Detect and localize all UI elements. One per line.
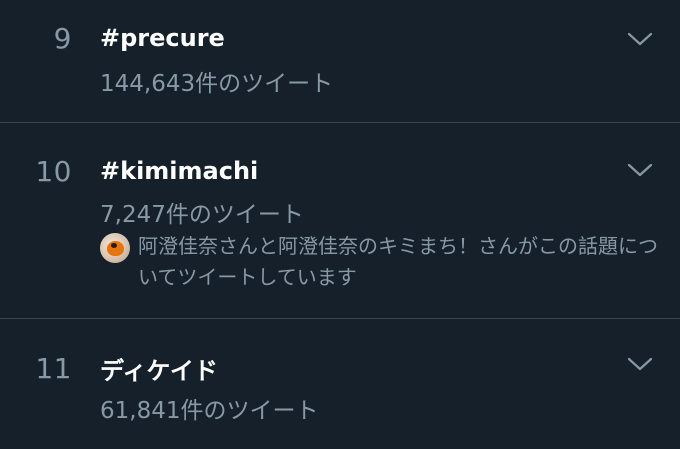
trend-context: 阿澄佳奈さんと阿澄佳奈のキミまち！さんがこの話題についてツイートしています (100, 233, 660, 297)
trend-item-precure[interactable]: 9 #precure 144,643件のツイート (0, 0, 680, 122)
chevron-down-icon[interactable] (626, 161, 654, 179)
chevron-down-icon[interactable] (626, 30, 654, 48)
trend-name[interactable]: ディケイド (100, 351, 218, 386)
trend-rank: 11 (35, 352, 72, 385)
trend-item-decade[interactable]: 11 ディケイド 61,841件のツイート (0, 319, 680, 449)
trend-name[interactable]: #kimimachi (100, 157, 258, 185)
chevron-down-icon[interactable] (626, 355, 654, 373)
trend-tweet-count: 7,247件のツイート (100, 202, 304, 228)
trend-tweet-count: 144,643件のツイート (100, 71, 334, 97)
user-avatar (100, 233, 130, 263)
trends-list: 9 #precure 144,643件のツイート 10 #kimimachi 7… (0, 0, 680, 449)
trend-item-kimimachi[interactable]: 10 #kimimachi 7,247件のツイート 阿澄佳奈さんと阿澄佳奈のキミ… (0, 123, 680, 318)
trend-context-text: 阿澄佳奈さんと阿澄佳奈のキミまち！さんがこの話題についてツイートしています (138, 234, 658, 289)
trend-tweet-count: 61,841件のツイート (100, 398, 319, 424)
trend-rank: 9 (53, 22, 72, 55)
trend-name[interactable]: #precure (100, 24, 225, 52)
trend-rank: 10 (35, 155, 72, 188)
